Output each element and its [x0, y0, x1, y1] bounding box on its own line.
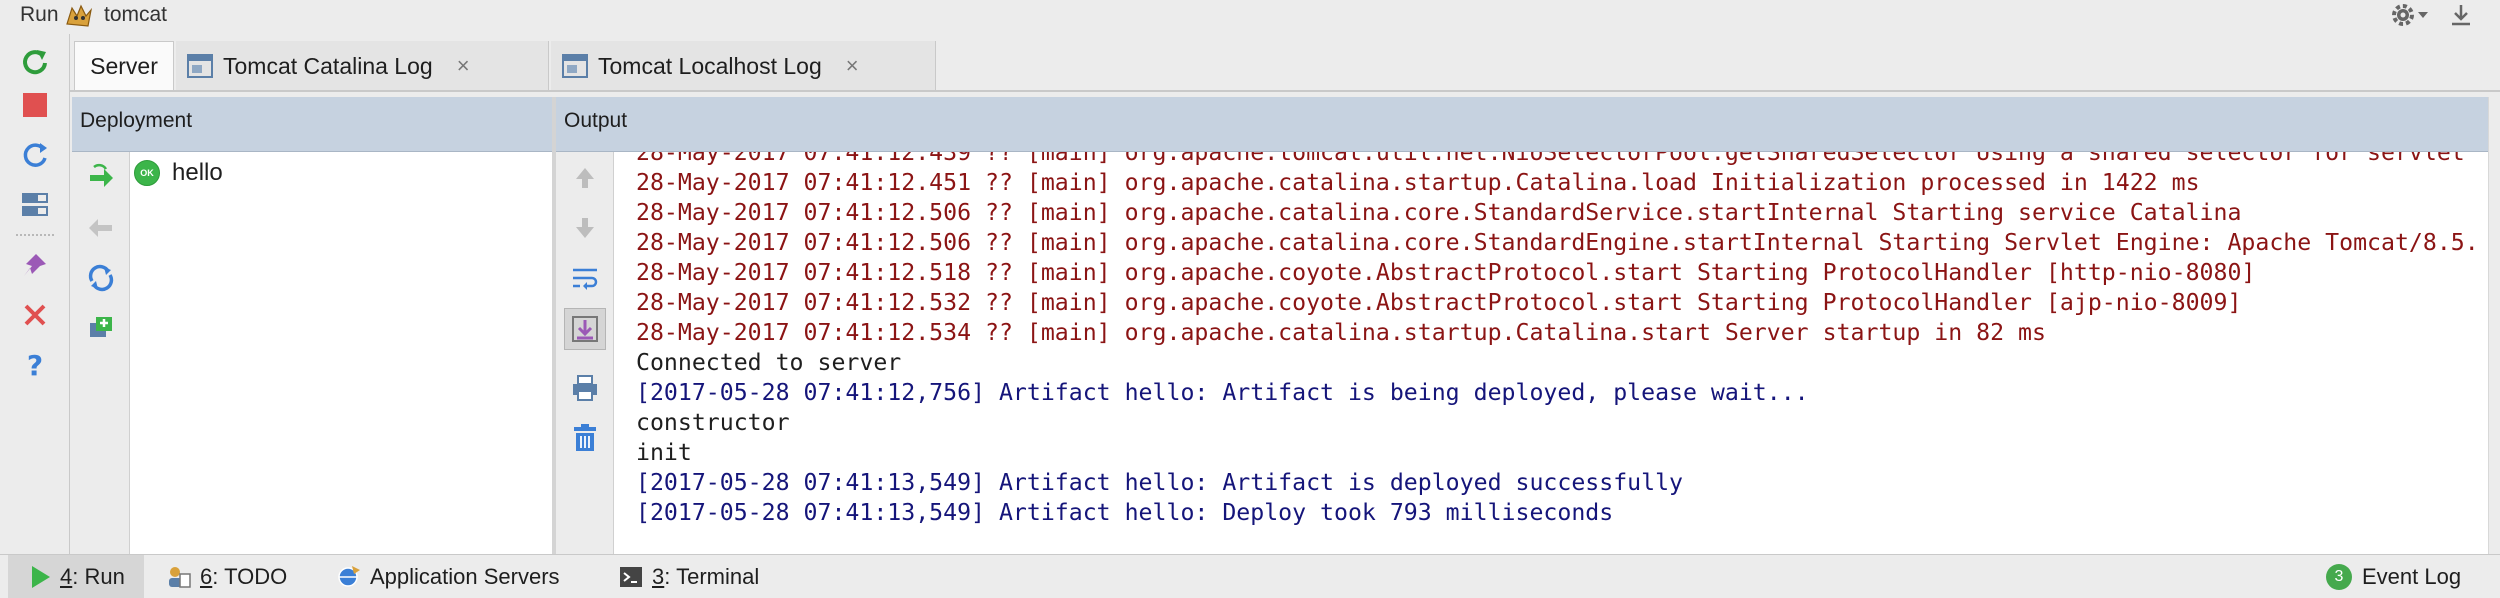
scroll-up-button[interactable] [569, 162, 601, 194]
tab-label: Server [90, 53, 158, 79]
svg-text:?: ? [27, 350, 43, 380]
refresh-icon [23, 143, 47, 167]
tool-label: Event Log [2362, 564, 2462, 589]
print-icon [573, 375, 597, 401]
stop-icon [23, 93, 47, 117]
arrow-down-icon [576, 218, 594, 238]
run-toolbar: ? [0, 34, 70, 554]
shortcut-number: 3 [652, 564, 665, 589]
artifact-name: hello [172, 159, 223, 186]
tool-label: Application Servers [370, 564, 560, 589]
run-icon [32, 566, 50, 588]
log-lines: 28-May-2017 07:41:12.439 ?? [main] org.a… [636, 152, 2479, 528]
log-line: constructor [636, 409, 790, 436]
todo-tool-button[interactable]: 6: TODO [166, 555, 287, 598]
tab-server[interactable]: Server [74, 41, 174, 91]
deployment-list: OK hello [130, 152, 552, 554]
log-icon [562, 54, 588, 78]
undeploy-icon [89, 219, 112, 237]
hide-panel-icon[interactable] [2448, 2, 2474, 28]
tab-tomcat-localhost-log[interactable]: Tomcat Localhost Log × [551, 41, 936, 91]
run-tool-button[interactable]: 4: Run [8, 555, 144, 598]
close-tab-icon[interactable]: × [846, 53, 859, 79]
update-app-button[interactable] [18, 138, 52, 172]
log-line: 28-May-2017 07:41:12.518 ?? [main] org.a… [636, 259, 2256, 286]
layout-button[interactable] [18, 188, 52, 222]
ok-status-icon: OK [134, 160, 160, 186]
shortcut-number: 4 [60, 564, 73, 589]
log-line: 28-May-2017 07:41:12.506 ?? [main] org.a… [636, 199, 2242, 226]
log-line: 28-May-2017 07:41:12.534 ?? [main] org.a… [636, 319, 2046, 346]
clear-all-button[interactable] [569, 422, 601, 454]
output-toolbar [556, 152, 614, 554]
tab-underline [70, 90, 2500, 92]
close-button[interactable] [18, 298, 52, 332]
close-icon [24, 304, 46, 326]
deployment-header: Deployment [72, 97, 552, 152]
log-line: [2017-05-28 07:41:13,549] Artifact hello… [636, 469, 1684, 496]
layout-icon [22, 193, 48, 216]
artifact-icon [90, 317, 112, 337]
console-output[interactable]: 28-May-2017 07:41:12.439 ?? [main] org.a… [614, 152, 2488, 554]
arrow-up-icon [576, 168, 594, 188]
undeploy-button[interactable] [85, 212, 117, 244]
redeploy-icon [88, 264, 114, 292]
event-count-badge: 3 [2326, 564, 2352, 590]
vertical-scrollbar[interactable] [2488, 97, 2500, 554]
output-header: Output [556, 97, 2488, 152]
list-item[interactable]: OK hello [134, 156, 223, 190]
scroll-down-button[interactable] [569, 212, 601, 244]
redeploy-button[interactable] [85, 262, 117, 294]
tool-label: : TODO [212, 564, 288, 589]
log-line: 28-May-2017 07:41:12.439 ?? [main] org.a… [636, 152, 2465, 166]
close-tab-icon[interactable]: × [457, 53, 470, 79]
deployment-toolbar [72, 152, 130, 554]
help-icon: ? [27, 350, 43, 380]
tab-label: Tomcat Localhost Log [598, 52, 822, 79]
log-line: 28-May-2017 07:41:12.532 ?? [main] org.a… [636, 289, 2242, 316]
scroll-to-end-button[interactable] [564, 308, 606, 350]
log-line: [2017-05-28 07:41:12,756] Artifact hello… [636, 379, 1809, 406]
soft-wrap-button[interactable] [569, 262, 601, 294]
log-line: Connected to server [636, 349, 902, 376]
application-servers-icon [338, 566, 360, 587]
gear-icon[interactable] [2389, 1, 2417, 29]
tomcat-icon [66, 4, 93, 27]
tab-tomcat-catalina-log[interactable]: Tomcat Catalina Log × [176, 41, 549, 91]
rerun-button[interactable] [18, 44, 52, 78]
pin-icon [24, 254, 46, 276]
terminal-tool-button[interactable]: 3: Terminal [618, 555, 759, 598]
log-line: 28-May-2017 07:41:12.506 ?? [main] org.a… [636, 229, 2479, 256]
tab-bar: Server Tomcat Catalina Log × Tomcat Loca… [70, 34, 2500, 92]
terminal-icon [620, 567, 642, 587]
deploy-icon [90, 163, 113, 187]
tab-label: Tomcat Catalina Log [223, 52, 433, 79]
rerun-icon [23, 50, 47, 75]
edit-artifact-button[interactable] [85, 312, 117, 344]
help-button[interactable]: ? [18, 348, 52, 382]
trash-icon [574, 424, 596, 451]
tool-label: : Terminal [664, 564, 760, 589]
chevron-down-icon[interactable] [2418, 12, 2428, 18]
run-label: Run [20, 3, 59, 26]
status-bar: 4: Run 6: TODO Application Servers 3: Te… [0, 554, 2500, 598]
log-icon [187, 54, 213, 78]
pin-button[interactable] [18, 248, 52, 282]
toolbar-separator [16, 234, 54, 236]
deploy-button[interactable] [85, 162, 117, 194]
run-config-name: tomcat [104, 3, 168, 26]
shortcut-number: 6 [200, 564, 213, 589]
stop-button[interactable] [18, 88, 52, 122]
log-line: [2017-05-28 07:41:13,549] Artifact hello… [636, 499, 1614, 526]
soft-wrap-icon [573, 268, 598, 290]
tool-label: : Run [72, 564, 125, 589]
scroll-to-end-icon [572, 316, 598, 342]
application-servers-tool-button[interactable]: Application Servers [334, 555, 560, 598]
todo-icon [169, 567, 191, 588]
log-line: 28-May-2017 07:41:12.451 ?? [main] org.a… [636, 169, 2200, 196]
event-log-tool-button[interactable]: 3 Event Log [2326, 555, 2461, 598]
log-line: init [636, 439, 692, 466]
print-button[interactable] [569, 372, 601, 404]
title-bar: Run tomcat [0, 0, 2500, 34]
